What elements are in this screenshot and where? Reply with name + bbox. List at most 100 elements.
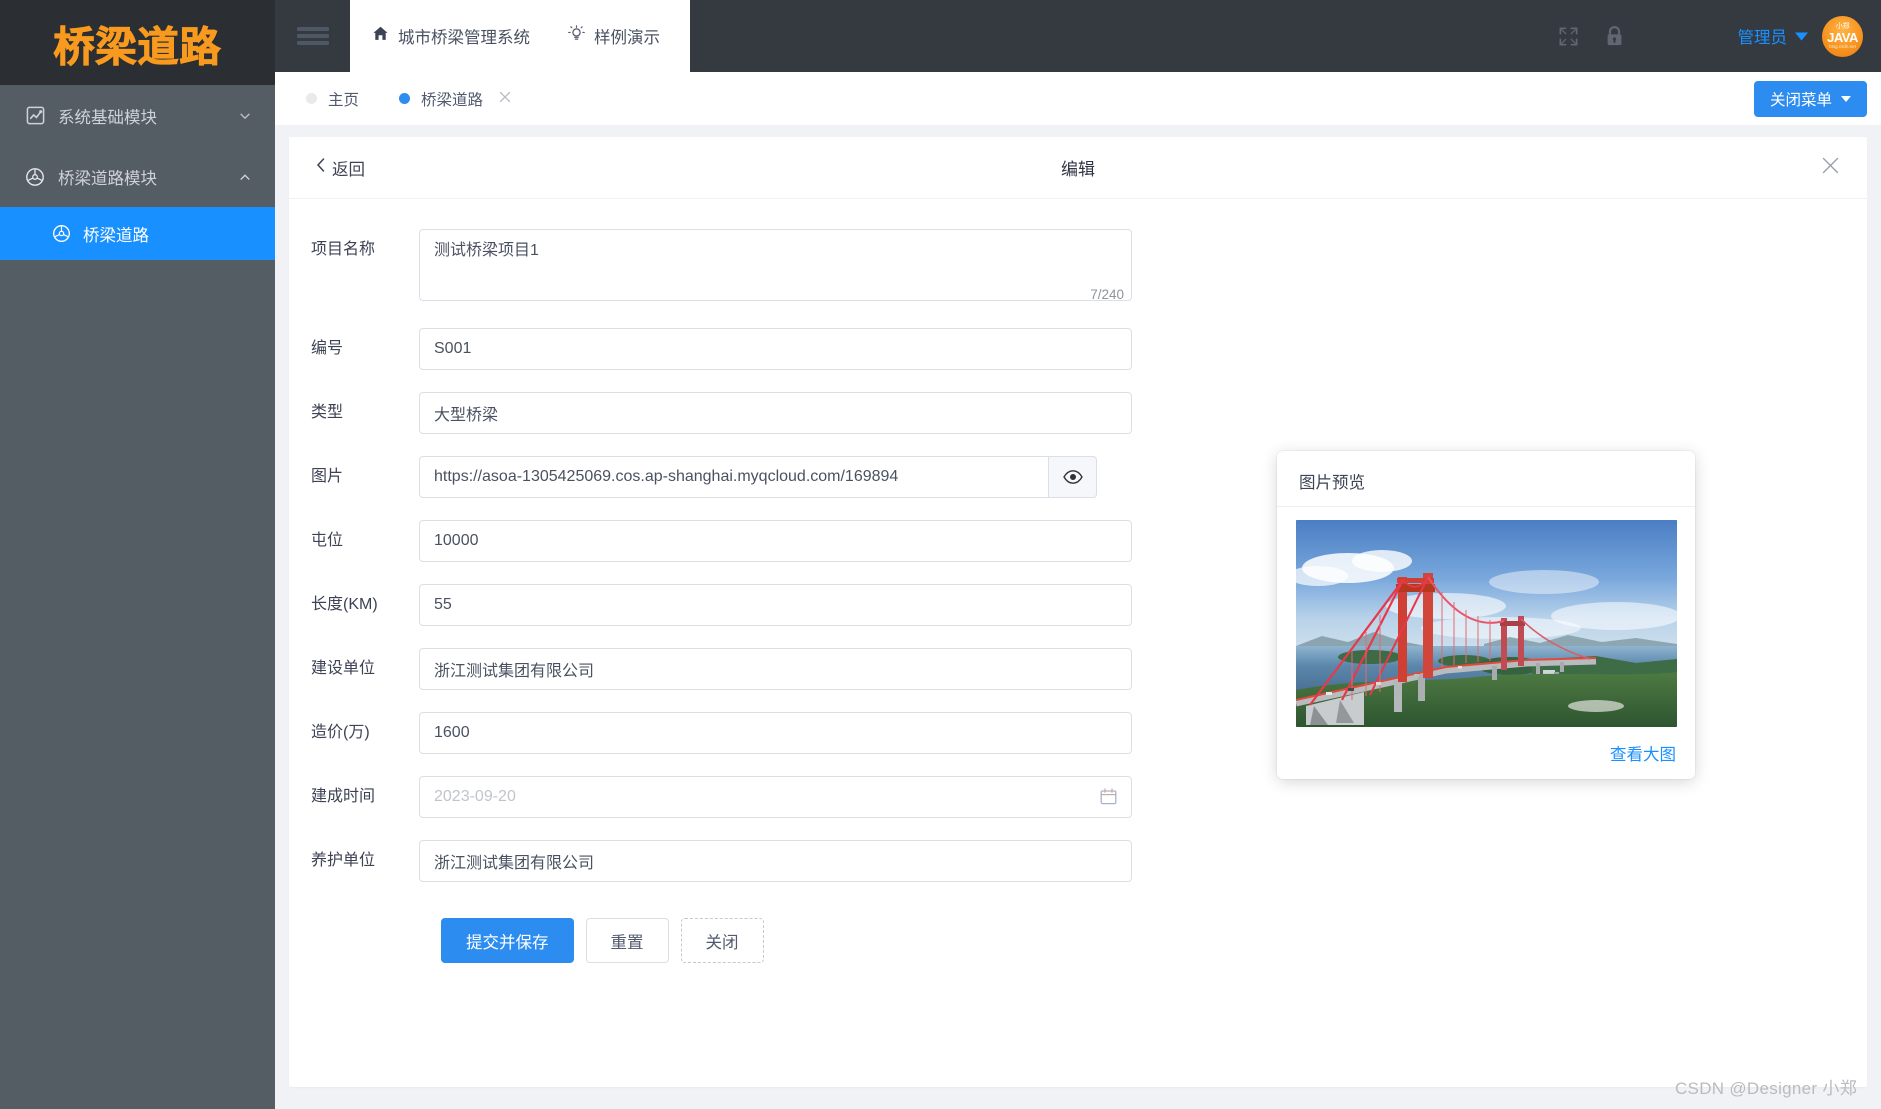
tab-label: 主页	[328, 88, 359, 110]
submit-save-button[interactable]: 提交并保存	[441, 918, 574, 963]
tab-status-dot	[399, 93, 410, 104]
chart-icon	[24, 105, 46, 127]
hamburger-bar	[297, 41, 329, 45]
hamburger-bar	[297, 27, 329, 31]
topnav-item-label: 样例演示	[594, 24, 660, 48]
form-actions: 提交并保存 重置 关闭	[289, 918, 1867, 963]
field-label: 建设单位	[289, 648, 419, 690]
bridge-icon	[50, 223, 72, 245]
main-area: 城市桥梁管理系统 样例演示	[275, 0, 1881, 1109]
field-control: 7/240	[419, 229, 1132, 306]
topbar-right-actions: 管理员 小郑 JAVA blog.csdn.net	[1546, 0, 1881, 72]
chevron-left-icon	[315, 157, 327, 178]
brand-logo[interactable]: 桥梁道路	[0, 0, 275, 85]
panel-header: 返回 编辑	[289, 137, 1867, 199]
sidebar-item-system-module[interactable]: 系统基础模块	[0, 85, 275, 146]
field-control	[419, 456, 1132, 498]
project-name-textarea[interactable]	[419, 229, 1132, 301]
view-large-image-link[interactable]: 查看大图	[1610, 746, 1676, 764]
image-preview-footer: 查看大图	[1277, 731, 1695, 767]
tab-bridge-road[interactable]: 桥梁道路	[382, 81, 529, 117]
tab-label: 桥梁道路	[421, 88, 483, 110]
topbar-spacer	[690, 0, 1546, 72]
field-label: 养护单位	[289, 840, 419, 882]
sidebar-menu: 系统基础模块 桥梁道路模块	[0, 85, 275, 260]
length-input[interactable]	[419, 584, 1132, 626]
field-label: 建成时间	[289, 776, 419, 818]
close-icon[interactable]	[498, 90, 512, 108]
user-menu-label: 管理员	[1738, 24, 1788, 48]
close-menu-button[interactable]: 关闭菜单	[1754, 81, 1867, 117]
brand-logo-text: 桥梁道路	[54, 13, 222, 73]
form-row-code: 编号	[289, 328, 1867, 370]
sidebar-item-label: 系统基础模块	[58, 104, 237, 128]
builder-input[interactable]	[419, 648, 1132, 690]
sidebar-item-label: 桥梁道路模块	[58, 165, 237, 189]
field-label: 类型	[289, 392, 419, 434]
code-input[interactable]	[419, 328, 1132, 370]
tab-home[interactable]: 主页	[289, 81, 376, 117]
tab-bar: 主页 桥梁道路 关闭菜单	[275, 72, 1881, 125]
close-icon[interactable]	[1820, 155, 1841, 180]
field-control	[419, 712, 1132, 754]
watermark: CSDN @Designer 小郑	[1675, 1074, 1857, 1099]
bulb-icon	[568, 25, 585, 47]
form-row-maintainer: 养护单位	[289, 840, 1867, 882]
field-label: 项目名称	[289, 229, 419, 271]
field-control	[419, 648, 1132, 690]
top-navigation: 城市桥梁管理系统 样例演示	[350, 0, 690, 72]
field-label: 编号	[289, 328, 419, 370]
content-wrapper: 返回 编辑 项目名称	[275, 125, 1881, 1109]
topnav-item-system[interactable]: 城市桥梁管理系统	[372, 24, 530, 48]
hamburger-bar	[297, 34, 329, 38]
topnav-item-demo[interactable]: 样例演示	[568, 24, 660, 48]
image-preview-title: 图片预览	[1277, 451, 1695, 507]
topnav-item-label: 城市桥梁管理系统	[398, 24, 530, 48]
avatar[interactable]: 小郑 JAVA blog.csdn.net	[1822, 16, 1863, 57]
completion-date-input[interactable]	[419, 776, 1132, 818]
avatar-main-text: JAVA	[1827, 31, 1858, 44]
reset-button[interactable]: 重置	[586, 918, 669, 963]
field-control	[419, 776, 1132, 818]
image-url-group	[419, 456, 1132, 498]
field-label: 图片	[289, 456, 419, 498]
bridge-icon	[24, 166, 46, 188]
chevron-up-icon	[237, 169, 253, 185]
back-button[interactable]: 返回	[315, 156, 365, 180]
close-button[interactable]: 关闭	[681, 918, 764, 963]
maintainer-input[interactable]	[419, 840, 1132, 882]
user-menu[interactable]: 管理员	[1738, 24, 1809, 48]
home-icon	[372, 25, 389, 47]
app-root: 桥梁道路 系统基础模块	[0, 0, 1881, 1109]
sidebar: 桥梁道路 系统基础模块	[0, 0, 275, 1109]
image-preview-popover: 图片预览	[1277, 451, 1695, 779]
field-label: 造价(万)	[289, 712, 419, 754]
eye-icon[interactable]	[1049, 456, 1097, 498]
lock-icon[interactable]	[1592, 0, 1638, 72]
fullscreen-icon[interactable]	[1546, 0, 1592, 72]
page-title: 编辑	[289, 155, 1867, 180]
image-preview-body	[1277, 507, 1695, 731]
sidebar-subitem-bridge-road[interactable]: 桥梁道路	[0, 207, 275, 260]
sidebar-subitem-label: 桥梁道路	[83, 222, 149, 246]
image-url-input[interactable]	[419, 456, 1049, 498]
form-row-completion-date: 建成时间	[289, 776, 1867, 818]
caret-down-icon	[1841, 96, 1851, 102]
field-label: 长度(KM)	[289, 584, 419, 626]
date-picker[interactable]	[419, 776, 1132, 818]
avatar-bottom-text: blog.csdn.net	[1829, 44, 1856, 50]
caret-down-icon	[1795, 27, 1808, 46]
sidebar-item-bridge-module[interactable]: 桥梁道路模块	[0, 146, 275, 207]
type-input[interactable]	[419, 392, 1132, 434]
field-label: 屯位	[289, 520, 419, 562]
form-row-project-name: 项目名称 7/240	[289, 229, 1867, 306]
textarea-wrapper: 7/240	[419, 229, 1132, 306]
field-control	[419, 328, 1132, 370]
hamburger-icon[interactable]	[275, 0, 350, 72]
cost-input[interactable]	[419, 712, 1132, 754]
bridge-photo[interactable]	[1296, 520, 1677, 727]
field-control	[419, 840, 1132, 882]
form-row-type: 类型	[289, 392, 1867, 434]
capacity-input[interactable]	[419, 520, 1132, 562]
field-control	[419, 392, 1132, 434]
